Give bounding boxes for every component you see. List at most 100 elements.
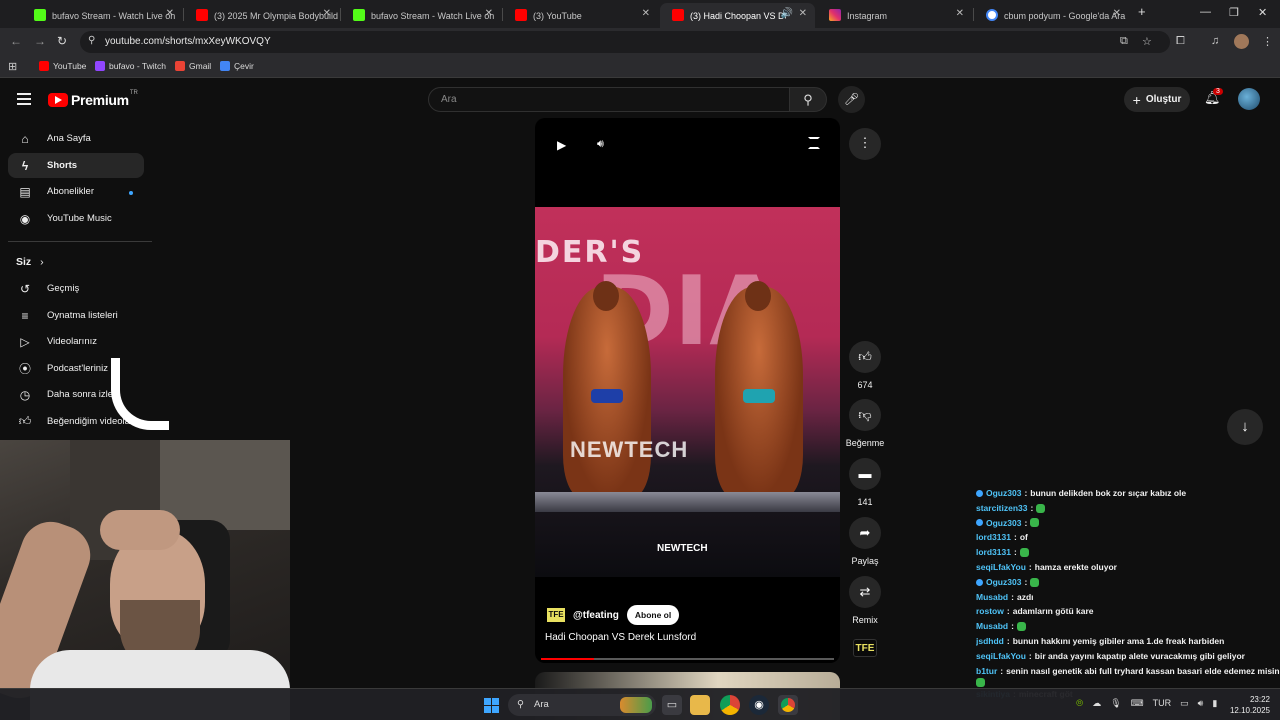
volume-icon[interactable]: 🔊︎ bbox=[597, 138, 604, 151]
remix-button[interactable]: ⇄ bbox=[849, 576, 881, 608]
task-view-icon[interactable]: ▭ bbox=[662, 695, 682, 715]
restore-icon[interactable]: ❐ bbox=[1229, 6, 1239, 19]
close-window-icon[interactable]: ✕ bbox=[1258, 6, 1267, 19]
chat-username[interactable]: Oguz303 bbox=[986, 486, 1021, 501]
play-icon[interactable]: ▶ bbox=[557, 138, 566, 152]
progress-bar[interactable] bbox=[541, 658, 834, 660]
media-control-icon[interactable]: ♫ bbox=[1211, 35, 1219, 47]
url-text[interactable]: youtube.com/shorts/mxXeyWKOVQY bbox=[105, 36, 271, 47]
channel-logo[interactable]: TFE bbox=[547, 608, 565, 622]
back-icon[interactable]: ← bbox=[10, 34, 22, 48]
like-button[interactable]: 👍︎ bbox=[849, 341, 881, 373]
nvidia-icon[interactable]: ⦾ bbox=[1076, 698, 1083, 709]
keyboard-icon[interactable]: ⌨ bbox=[1131, 698, 1144, 709]
chat-username[interactable]: starcitizen33 bbox=[976, 501, 1028, 516]
chat-username[interactable]: b1tur bbox=[976, 664, 997, 679]
close-tab-icon[interactable]: ✕ bbox=[323, 8, 331, 19]
close-tab-icon[interactable]: ✕ bbox=[956, 8, 964, 19]
tab-title: (3) Hadi Choopan VS Derek bbox=[690, 10, 786, 21]
file-explorer-icon[interactable] bbox=[690, 695, 710, 715]
gmail-icon bbox=[175, 61, 185, 71]
fullscreen-icon[interactable] bbox=[808, 137, 820, 149]
sidebar-item-your-videos[interactable]: ▷ Videolarınız bbox=[8, 329, 144, 354]
sidebar-item-history[interactable]: ↺ Geçmiş bbox=[8, 276, 144, 301]
bookmark-item[interactable]: YouTube bbox=[39, 61, 86, 71]
onedrive-cloud-icon[interactable]: ☁ bbox=[1092, 698, 1101, 709]
steam-icon[interactable]: ◉ bbox=[749, 695, 769, 715]
sidebar-item-shorts[interactable]: ϟ Shorts bbox=[8, 153, 144, 178]
close-tab-icon[interactable]: ✕ bbox=[799, 8, 807, 19]
chat-username[interactable]: Oguz303 bbox=[986, 516, 1021, 531]
browser-tab[interactable]: cbum podyum - Google'da Ara ✕ bbox=[974, 3, 1129, 28]
comments-button[interactable]: ▬ bbox=[849, 458, 881, 490]
extensions-icon[interactable]: ⧠ bbox=[1176, 35, 1185, 48]
search-button[interactable]: ⚲ bbox=[789, 87, 827, 112]
taskbar-clock[interactable]: 23:22 12.10.2025 bbox=[1218, 694, 1270, 716]
browser-tab-active[interactable]: (3) Hadi Choopan VS Derek 🔊 ✕ bbox=[660, 3, 815, 28]
chat-username[interactable]: seqiLfakYou bbox=[976, 649, 1026, 664]
dislike-button[interactable]: 👎︎ bbox=[849, 399, 881, 431]
menu-icon[interactable] bbox=[17, 93, 31, 105]
voice-search-button[interactable]: 🎤︎ bbox=[838, 86, 865, 113]
chat-username[interactable]: rostow bbox=[976, 604, 1004, 619]
apps-grid-icon[interactable]: ⊞ bbox=[8, 60, 17, 73]
speaker-icon[interactable]: 🔊︎ bbox=[1198, 698, 1204, 709]
video-frame[interactable]: DER'S DIA NEWTECH NEWTECH bbox=[535, 207, 840, 577]
account-avatar[interactable] bbox=[1238, 88, 1260, 110]
profile-avatar[interactable] bbox=[1234, 34, 1249, 49]
reload-icon[interactable]: ↻ bbox=[57, 34, 67, 48]
share-button[interactable]: ➦ bbox=[849, 517, 881, 549]
browser-tab[interactable]: (3) YouTube ✕ bbox=[503, 3, 658, 28]
subscribe-button[interactable]: Abone ol bbox=[626, 605, 680, 625]
new-tab-icon[interactable]: + bbox=[1138, 4, 1146, 19]
windows-start-icon[interactable] bbox=[484, 698, 499, 713]
chat-username[interactable]: Musabd bbox=[976, 590, 1008, 605]
sidebar-item-home[interactable]: ⌂ Ana Sayfa bbox=[8, 126, 144, 151]
close-tab-icon[interactable]: ✕ bbox=[485, 8, 493, 19]
channel-handle[interactable]: @tfeating bbox=[573, 610, 619, 621]
chrome-icon[interactable] bbox=[720, 695, 740, 715]
next-short-button[interactable]: ↓ bbox=[1227, 409, 1263, 445]
bookmark-item[interactable]: Çevir bbox=[220, 61, 254, 71]
chat-username[interactable]: Musabd bbox=[976, 619, 1008, 634]
forward-icon[interactable]: → bbox=[34, 34, 46, 48]
search-input[interactable] bbox=[429, 88, 769, 111]
short-title[interactable]: Hadi Choopan VS Derek Lunsford bbox=[545, 632, 696, 643]
browser-tab[interactable]: bufavo Stream - Watch Live on ✕ bbox=[341, 3, 501, 28]
microphone-icon[interactable]: 🎙︎ bbox=[1110, 698, 1121, 709]
language-indicator[interactable]: TUR bbox=[1153, 698, 1172, 709]
browser-tab[interactable]: (3) 2025 Mr Olympia Bodybuild ✕ bbox=[184, 3, 339, 28]
chat-username[interactable]: jsdhdd bbox=[976, 634, 1004, 649]
close-tab-icon[interactable]: ✕ bbox=[642, 8, 650, 19]
create-button[interactable]: + Oluştur bbox=[1124, 87, 1190, 112]
chat-username[interactable]: seqiLfakYou bbox=[976, 560, 1026, 575]
sidebar-item-subscriptions[interactable]: ▤ Abonelikler bbox=[8, 179, 144, 204]
chat-username[interactable]: lord3131 bbox=[976, 545, 1011, 560]
bookmark-item[interactable]: Gmail bbox=[175, 61, 211, 71]
bookmark-star-icon[interactable]: ☆ bbox=[1142, 35, 1152, 48]
you-section-header[interactable]: Siz › bbox=[16, 256, 44, 268]
chat-username[interactable]: Oguz303 bbox=[986, 575, 1021, 590]
more-options-button[interactable]: ⋮ bbox=[849, 128, 881, 160]
close-tab-icon[interactable]: ✕ bbox=[1113, 8, 1121, 19]
chrome-active-icon[interactable] bbox=[778, 695, 798, 715]
shorts-player[interactable]: ▶ 🔊︎ DER'S DIA NEWTECH NEWTECH TFE @tfea… bbox=[535, 118, 840, 663]
channel-audio-thumbnail[interactable]: TFE bbox=[853, 639, 877, 657]
sidebar-item-youtube-music[interactable]: ◉ YouTube Music bbox=[8, 206, 144, 231]
chat-username[interactable]: lord3131 bbox=[976, 530, 1011, 545]
browser-tab[interactable]: Instagram ✕ bbox=[817, 3, 972, 28]
browser-menu-icon[interactable]: ⋮ bbox=[1262, 35, 1273, 48]
close-tab-icon[interactable]: ✕ bbox=[166, 8, 174, 19]
network-icon[interactable]: ▭ bbox=[1180, 698, 1189, 709]
youtube-premium-logo[interactable]: Premium TR bbox=[48, 90, 138, 108]
bookmark-item[interactable]: bufavo - Twitch bbox=[95, 61, 166, 71]
address-bar[interactable]: ⚲ youtube.com/shorts/mxXeyWKOVQY bbox=[80, 31, 1170, 53]
minimize-icon[interactable]: — bbox=[1200, 6, 1211, 18]
site-info-icon[interactable]: ⚲ bbox=[88, 35, 95, 46]
battery-icon[interactable]: ▮ bbox=[1212, 698, 1217, 709]
install-app-icon[interactable]: ⧉ bbox=[1120, 35, 1128, 48]
sidebar-item-playlists[interactable]: ≡ Oynatma listeleri bbox=[8, 303, 144, 328]
tab-audio-icon[interactable]: 🔊 bbox=[781, 8, 793, 19]
taskbar-search[interactable]: ⚲ Ara bbox=[508, 694, 656, 716]
browser-tab[interactable]: bufavo Stream - Watch Live on ✕ bbox=[22, 3, 182, 28]
